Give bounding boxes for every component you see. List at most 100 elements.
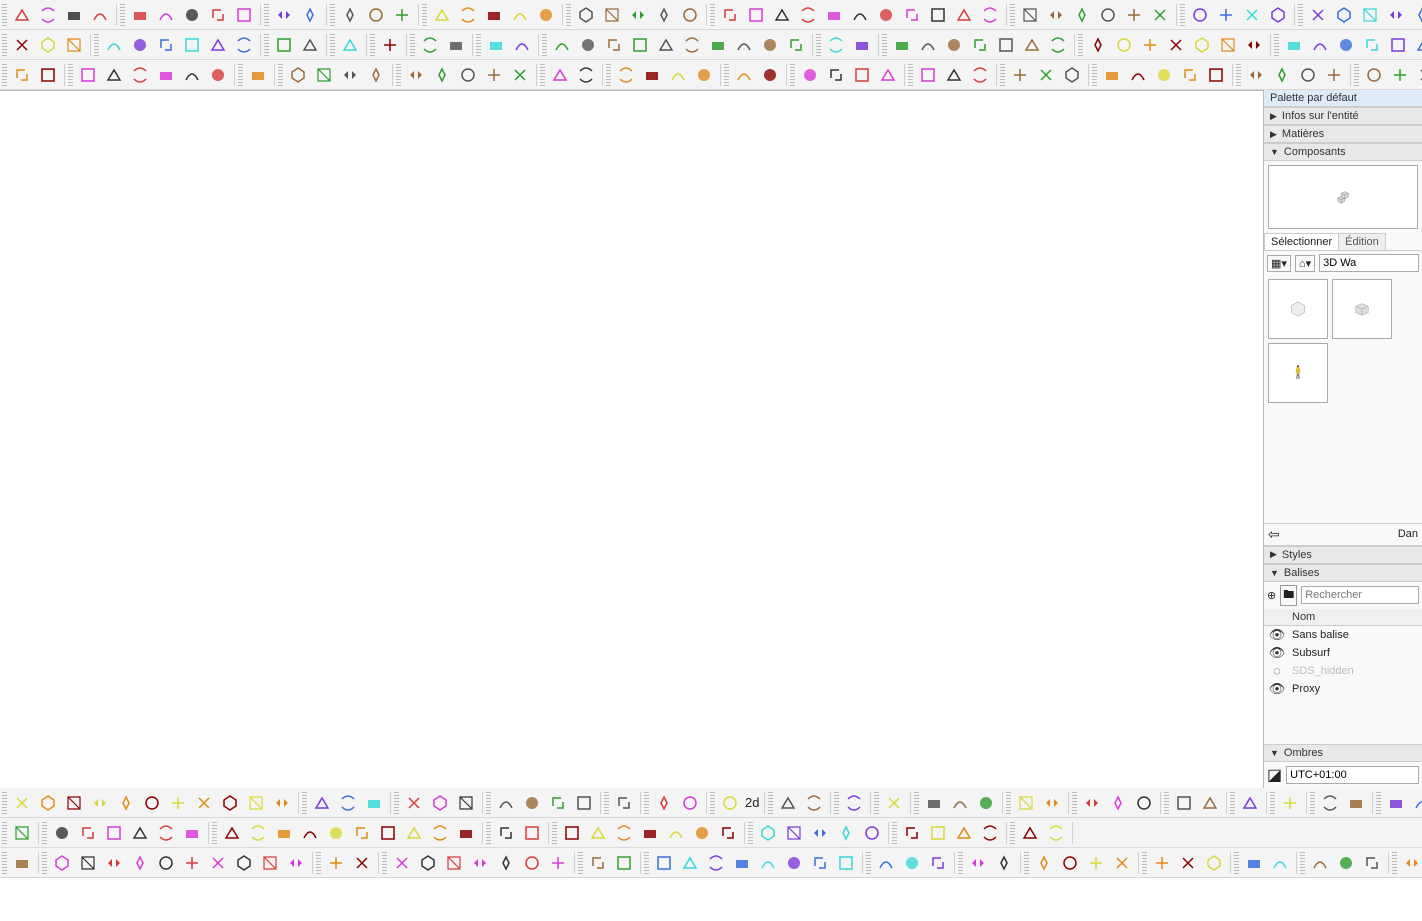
toolbar-button[interactable] xyxy=(180,3,204,27)
toolbar-button[interactable] xyxy=(1152,63,1176,87)
toolbar-button[interactable] xyxy=(468,851,492,875)
toolbar-button[interactable] xyxy=(560,821,584,845)
toolbar-button[interactable] xyxy=(1044,3,1068,27)
toolbar-button[interactable] xyxy=(1384,3,1408,27)
toolbar-button[interactable] xyxy=(992,851,1016,875)
toolbar-button[interactable] xyxy=(1040,791,1064,815)
toolbar-button[interactable] xyxy=(508,3,532,27)
toolbar-button[interactable] xyxy=(1132,791,1156,815)
toolbar-button[interactable] xyxy=(1242,851,1266,875)
toolbar-button[interactable] xyxy=(652,3,676,27)
toolbar-button[interactable] xyxy=(338,3,362,27)
toolbar-button[interactable] xyxy=(926,3,950,27)
toolbar-button[interactable] xyxy=(1198,791,1222,815)
toolbar-button[interactable] xyxy=(1014,791,1038,815)
toolbar-button[interactable] xyxy=(968,63,992,87)
section-materials[interactable]: ▶Matières xyxy=(1264,125,1422,143)
toolbar-button[interactable] xyxy=(782,851,806,875)
toolbar-button[interactable] xyxy=(430,3,454,27)
toolbar-button[interactable] xyxy=(180,63,204,87)
toolbar-button[interactable] xyxy=(1270,63,1294,87)
toolbar-button[interactable] xyxy=(916,33,940,57)
toolbar-button[interactable] xyxy=(510,33,534,57)
toolbar-button[interactable] xyxy=(1110,851,1134,875)
toolbar-button[interactable] xyxy=(922,791,946,815)
toolbar-button[interactable] xyxy=(1034,63,1058,87)
toolbar-button[interactable] xyxy=(1080,791,1104,815)
toolbar-button[interactable] xyxy=(430,63,454,87)
toolbar-button[interactable] xyxy=(1278,791,1302,815)
section-entity-info[interactable]: ▶Infos sur l'entité xyxy=(1264,107,1422,125)
toolbar-button[interactable] xyxy=(364,3,388,27)
toolbar-button[interactable] xyxy=(36,791,60,815)
toolbar-button[interactable] xyxy=(298,821,322,845)
toolbar-button[interactable] xyxy=(1358,3,1382,27)
toolbar-button[interactable] xyxy=(484,33,508,57)
toolbar-button[interactable] xyxy=(612,821,636,845)
toolbar-button[interactable] xyxy=(1178,63,1202,87)
toolbar-button[interactable] xyxy=(1308,33,1332,57)
toolbar-button[interactable] xyxy=(716,821,740,845)
toolbar-button[interactable] xyxy=(36,3,60,27)
toolbar-button[interactable] xyxy=(730,851,754,875)
toolbar-button[interactable] xyxy=(1176,851,1200,875)
toolbar-button[interactable] xyxy=(102,851,126,875)
toolbar-button[interactable] xyxy=(1148,3,1172,27)
toolbar-button[interactable] xyxy=(76,63,100,87)
toolbar-button[interactable] xyxy=(1360,851,1384,875)
toolbar-button[interactable] xyxy=(874,3,898,27)
toolbar-button[interactable] xyxy=(942,63,966,87)
toolbar-button[interactable] xyxy=(1400,851,1422,875)
toolbar-button[interactable] xyxy=(744,3,768,27)
toolbar-button[interactable] xyxy=(1266,3,1290,27)
toolbar-button[interactable] xyxy=(114,791,138,815)
toolbar-button[interactable] xyxy=(1214,3,1238,27)
toolbar-button[interactable] xyxy=(586,821,610,845)
toolbar-button[interactable] xyxy=(10,851,34,875)
toolbar-button[interactable] xyxy=(534,3,558,27)
toolbar-button[interactable] xyxy=(62,791,86,815)
toolbar-button[interactable] xyxy=(546,791,570,815)
toolbar-button[interactable] xyxy=(612,791,636,815)
toolbar-button[interactable] xyxy=(614,63,638,87)
toolbar-button[interactable] xyxy=(900,851,924,875)
toolbar-button[interactable] xyxy=(1308,851,1332,875)
toolbar-button[interactable] xyxy=(994,33,1018,57)
toolbar-button[interactable] xyxy=(298,33,322,57)
section-components[interactable]: ▼Composants xyxy=(1264,143,1422,161)
toolbar-button[interactable] xyxy=(654,33,678,57)
toolbar-button[interactable] xyxy=(1334,33,1358,57)
toolbar-button[interactable] xyxy=(1172,791,1196,815)
toolbar-button[interactable] xyxy=(948,791,972,815)
toolbar-button[interactable] xyxy=(270,791,294,815)
toolbar-button[interactable] xyxy=(154,33,178,57)
tag-row[interactable]: 👁Sans balise xyxy=(1264,626,1422,644)
toolbar-button[interactable] xyxy=(428,821,452,845)
toolbar-button[interactable] xyxy=(1414,63,1422,87)
toolbar-button[interactable] xyxy=(206,63,230,87)
toolbar-button[interactable] xyxy=(808,821,832,845)
toolbar-button[interactable] xyxy=(756,851,780,875)
toolbar-button[interactable] xyxy=(550,33,574,57)
toolbar-button[interactable] xyxy=(180,33,204,57)
toolbar-button[interactable] xyxy=(154,3,178,27)
toolbar-button[interactable] xyxy=(1096,3,1120,27)
visibility-eye-icon[interactable]: 👁 xyxy=(1270,682,1284,696)
toolbar-button[interactable] xyxy=(850,33,874,57)
tag-row[interactable]: 👁Subsurf xyxy=(1264,644,1422,662)
tag-row[interactable]: ◌SDS_hidden xyxy=(1264,662,1422,680)
toolbar-button[interactable] xyxy=(154,821,178,845)
toolbar-button[interactable] xyxy=(664,821,688,845)
toolbar-button[interactable] xyxy=(376,821,400,845)
toolbar-button[interactable] xyxy=(1410,791,1422,815)
toolbar-button[interactable] xyxy=(678,851,702,875)
toolbar-button[interactable] xyxy=(876,63,900,87)
toolbar-button[interactable] xyxy=(1296,63,1320,87)
toolbar-button[interactable] xyxy=(482,63,506,87)
toolbar-button[interactable] xyxy=(272,821,296,845)
toolbar-button[interactable] xyxy=(456,63,480,87)
toolbar-button[interactable] xyxy=(102,821,126,845)
toolbar-button[interactable] xyxy=(978,3,1002,27)
toolbar-button[interactable] xyxy=(1188,3,1212,27)
toolbar-button[interactable] xyxy=(36,63,60,87)
